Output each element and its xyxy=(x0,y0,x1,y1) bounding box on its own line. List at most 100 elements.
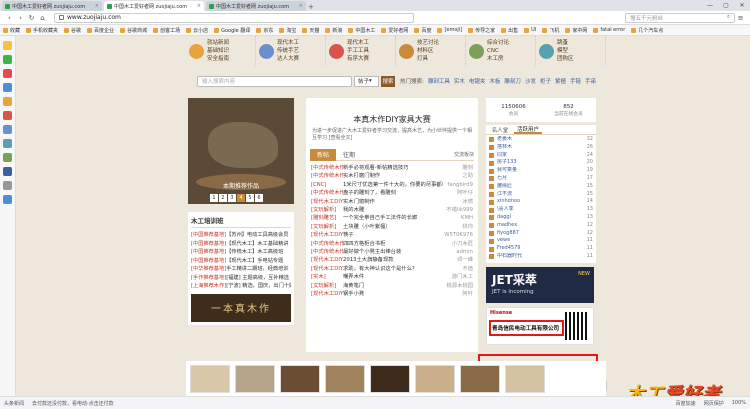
user-row[interactable]: 中石器时代 11 xyxy=(489,253,593,261)
nav-link[interactable]: 木工房 xyxy=(487,55,509,63)
post-row[interactable]: [现代木工DIY] 实木门窗制作 冰燃 xyxy=(306,198,478,206)
post-row[interactable]: [中式传统木作]新手必将观看-新帖精选技巧雕刻 xyxy=(306,164,478,172)
post-tag[interactable]: [中式传统木作] xyxy=(311,172,343,180)
post-tag[interactable]: [中式传统木作] xyxy=(311,164,343,172)
nav-link[interactable]: 现代木工 xyxy=(277,39,299,47)
training-row[interactable]: [中国推荐基地]【苏州】电动工具高级会员 xyxy=(191,231,291,240)
favorites-star-icon[interactable] xyxy=(3,41,12,50)
training-row[interactable]: [中国推荐基地]【传统木工】木工高级班 xyxy=(191,248,291,257)
nav-link[interactable]: 模型 xyxy=(557,47,574,55)
bookmark-item[interactable]: [emoji] xyxy=(437,27,462,33)
bookmark-item[interactable]: 谷歌 xyxy=(64,27,81,34)
hot-search-link[interactable]: 雕刻刀 xyxy=(504,79,521,85)
new-tab-button[interactable]: + xyxy=(306,3,316,11)
work-thumbnail[interactable] xyxy=(190,364,230,393)
post-row[interactable]: [文玩解析] 土块雕（小叶紫檀） 拼你 xyxy=(306,223,478,231)
nav-link[interactable]: 有序大赛 xyxy=(347,55,369,63)
post-subject[interactable]: 嘲弄木件 xyxy=(343,273,443,281)
tab-active-users[interactable]: 活跃用户 xyxy=(514,125,542,134)
back-button[interactable]: ‹ xyxy=(4,14,15,22)
user-name[interactable]: 七月 xyxy=(497,175,587,183)
post-author[interactable]: fangbird9 xyxy=(443,181,473,189)
bookmark-item[interactable]: 谷歌商城 xyxy=(120,27,147,34)
bookmark-item[interactable]: 出售 xyxy=(501,27,518,34)
post-row[interactable]: [实木] 嘲弄木件 游门木工 xyxy=(306,273,478,281)
user-row[interactable]: vewe 11 xyxy=(489,237,593,245)
user-name[interactable]: 房子133 xyxy=(497,159,587,167)
post-tag[interactable]: [文玩解析] xyxy=(311,206,343,214)
tab-new-posts[interactable]: 新帖 xyxy=(310,148,336,161)
nav-link[interactable]: 安全指南 xyxy=(207,55,229,63)
browser-search-input[interactable]: 搜五千元粉丝 ⌕ xyxy=(625,12,735,23)
post-author[interactable]: 邓一峰 xyxy=(443,256,473,264)
bookmark-item[interactable]: 飞机 xyxy=(542,27,559,34)
post-row[interactable]: [中式传统木作]四四方格柜合书柜小刀木匠 xyxy=(306,240,478,248)
app-icon[interactable] xyxy=(3,195,12,204)
browser-tab-active[interactable]: 中国木工爱好者网 zuojiaju.com × xyxy=(104,1,204,11)
address-bar[interactable]: www.zuojiaju.com xyxy=(54,12,414,23)
user-name[interactable]: 江不流 xyxy=(497,191,587,199)
app-icon[interactable] xyxy=(3,83,12,92)
browser-tab[interactable]: 中国木工爱好者网 zuojiaju.com × xyxy=(2,1,102,11)
exchange-board-link[interactable]: 交流板块 xyxy=(454,151,474,158)
work-thumbnail[interactable] xyxy=(415,364,455,393)
bookmark-item[interactable]: 爱好者网 xyxy=(381,27,408,34)
bookmark-item[interactable]: 几个汽车点 xyxy=(631,27,663,34)
post-row[interactable]: [文玩解析] 海黄笔门 桃源木桃园 xyxy=(306,282,478,290)
user-name[interactable]: madhex xyxy=(497,222,587,230)
post-subject[interactable]: 钢手小凳 xyxy=(343,290,443,298)
bookmark-item[interactable]: 传导之家 xyxy=(468,27,495,34)
company-ad-banner[interactable]: Hisense 青岛信民电动工具有限公司 xyxy=(486,306,594,345)
post-row[interactable]: [雕刻雕艺] 一个完全拳自己手工法件的长廊 KMH xyxy=(306,214,478,222)
hot-search-link[interactable]: 雕刻工具 xyxy=(428,79,450,85)
app-icon[interactable] xyxy=(3,125,12,134)
carousel-page-button[interactable]: 2 xyxy=(219,194,227,202)
training-ad-banner[interactable]: 一本真木作 xyxy=(191,293,291,322)
hot-search-link[interactable]: 电锯夹 xyxy=(469,79,486,85)
post-subject[interactable]: 实木门窗制作 xyxy=(343,198,443,206)
maximize-button[interactable]: ▢ xyxy=(718,2,734,9)
app-icon[interactable] xyxy=(3,153,12,162)
bookmark-item[interactable]: 天猫 xyxy=(302,27,319,34)
post-tag[interactable]: [现代木工DIY] xyxy=(311,198,343,206)
post-row[interactable]: [CNC] 1米尺寸优选第一件十大的，你要的尽事都可以 fangbird9 xyxy=(306,181,478,189)
user-row[interactable]: fiyog887 12 xyxy=(489,230,593,238)
feature-title[interactable]: 本真木作DIY家具大赛 xyxy=(306,114,478,125)
nav-link[interactable]: 跳蚤 xyxy=(557,39,574,47)
user-name[interactable]: vewe xyxy=(497,237,587,245)
carousel-page-button[interactable]: 6 xyxy=(255,194,263,202)
carousel-page-button[interactable]: 3 xyxy=(228,194,236,202)
post-subject[interactable]: 求助，有大神认识这个是什么？ xyxy=(343,265,443,273)
post-subject[interactable]: 最好做个小凳主出棒台装 xyxy=(343,248,443,256)
nav-link[interactable]: 基础知识 xyxy=(207,47,229,55)
post-row[interactable]: [中式传统木作]盘子的雕刻了，看雕刻阿叶仔 xyxy=(306,189,478,197)
app-icon[interactable] xyxy=(3,97,12,106)
app-icon[interactable] xyxy=(3,55,12,64)
forward-button[interactable]: › xyxy=(15,14,26,22)
post-tag[interactable]: [CNC] xyxy=(311,181,343,189)
tab-hall-of-fame[interactable]: 名人堂 xyxy=(486,125,514,134)
bookmark-item[interactable]: 手机收藏夹 xyxy=(26,27,58,34)
featured-work-carousel[interactable]: 本期推荐作品 123456 xyxy=(188,98,294,204)
user-name[interactable]: \喜人季 xyxy=(497,206,587,214)
post-subject[interactable]: 海黄笔门 xyxy=(343,282,443,290)
site-search-input[interactable]: 输入搜索内容 xyxy=(197,75,352,87)
user-row[interactable]: 房子133 20 xyxy=(489,159,593,167)
user-row[interactable]: 我可乘量 19 xyxy=(489,167,593,175)
post-author[interactable]: 之助 xyxy=(443,172,473,180)
work-thumbnail[interactable] xyxy=(460,364,500,393)
bookmark-item[interactable]: 创客工场 xyxy=(153,27,180,34)
post-subject[interactable]: 筷子 xyxy=(343,231,443,239)
post-tag[interactable]: [文玩解析] xyxy=(311,282,343,290)
post-subject[interactable]: 1米尺寸优选第一件十大的，你要的尽事都可以 xyxy=(343,181,443,189)
tab-past[interactable]: 往期 xyxy=(336,149,362,161)
post-subject[interactable]: 2013土大旗静备现款 xyxy=(343,256,443,264)
menu-icon[interactable]: ≡ xyxy=(735,14,746,22)
refresh-icon[interactable]: ↻ xyxy=(26,14,37,22)
post-author[interactable]: 游门木工 xyxy=(443,273,473,281)
hot-search-link[interactable]: 实木 xyxy=(454,79,465,85)
close-tab-icon[interactable]: × xyxy=(299,3,303,9)
post-row[interactable]: [现代木工DIY] 2013土大旗静备现款 邓一峰 xyxy=(306,256,478,264)
minimize-button[interactable]: — xyxy=(702,2,718,9)
nav-link[interactable]: CNC xyxy=(487,47,509,55)
